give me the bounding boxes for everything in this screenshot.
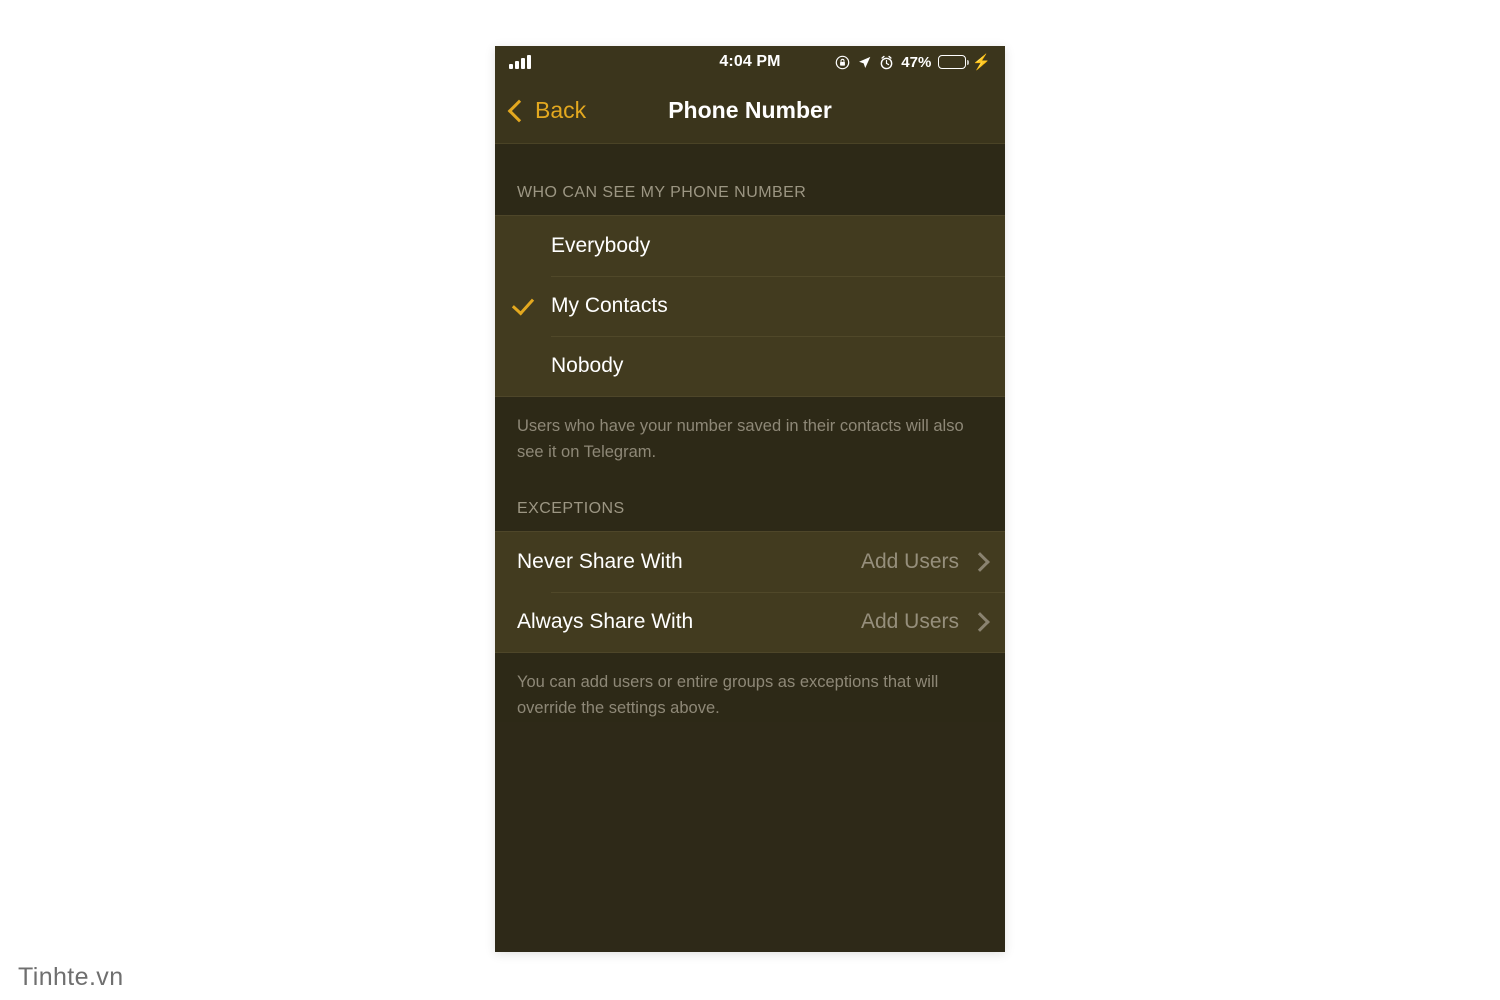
empty-space bbox=[495, 721, 1005, 952]
option-label-my-contacts: My Contacts bbox=[551, 294, 668, 317]
checkmark-icon bbox=[511, 292, 535, 316]
exceptions-section-footer: You can add users or entire groups as ex… bbox=[495, 652, 1005, 722]
check-slot-my-contacts bbox=[511, 292, 551, 316]
status-bar: 4:04 PM 47% ⚡ bbox=[495, 46, 1005, 78]
option-label-nobody: Nobody bbox=[551, 354, 624, 377]
exceptions-section-header: EXCEPTIONS bbox=[495, 465, 1005, 531]
exceptions-group: Never Share With Add Users Always Share … bbox=[495, 530, 1005, 653]
exception-value-never-share: Add Users bbox=[860, 549, 959, 573]
exception-value-always-share: Add Users bbox=[860, 609, 959, 633]
privacy-section-footer: Users who have your number saved in thei… bbox=[495, 397, 1005, 466]
signal-bars-icon bbox=[509, 55, 531, 69]
exception-row-never-share[interactable]: Never Share With Add Users bbox=[495, 532, 1005, 592]
back-button-label: Back bbox=[535, 97, 587, 123]
chevron-right-icon bbox=[970, 611, 990, 632]
battery-percent-label: 47% bbox=[901, 53, 932, 71]
navigation-bar: Back Phone Number bbox=[495, 78, 1005, 144]
alarm-clock-icon bbox=[879, 55, 894, 70]
exception-label-never-share: Never Share With bbox=[517, 549, 683, 573]
option-row-everybody[interactable]: Everybody bbox=[495, 216, 1005, 276]
battery-icon bbox=[938, 55, 970, 69]
lightning-bolt-icon: ⚡ bbox=[972, 54, 991, 71]
status-bar-right-cluster: 47% ⚡ bbox=[835, 53, 991, 71]
exception-label-always-share: Always Share With bbox=[517, 609, 694, 633]
back-button[interactable]: Back bbox=[507, 97, 587, 124]
rotation-lock-icon bbox=[835, 55, 850, 70]
option-row-nobody[interactable]: Nobody bbox=[495, 336, 1005, 396]
chevron-right-icon bbox=[970, 551, 990, 572]
location-arrow-icon bbox=[857, 55, 872, 70]
exception-row-always-share[interactable]: Always Share With Add Users bbox=[495, 591, 1005, 652]
chevron-left-icon bbox=[507, 99, 531, 123]
privacy-options-group: Everybody My Contacts Nobody bbox=[495, 215, 1005, 397]
privacy-section-header: WHO CAN SEE MY PHONE NUMBER bbox=[495, 144, 1005, 215]
option-row-my-contacts[interactable]: My Contacts bbox=[495, 276, 1005, 336]
option-label-everybody: Everybody bbox=[551, 234, 651, 257]
phone-screen: 4:04 PM 47% ⚡ Back Phone Number WHO CAN … bbox=[495, 46, 1005, 952]
watermark: Tinhte.vn bbox=[18, 963, 124, 991]
settings-content: WHO CAN SEE MY PHONE NUMBER Everybody My… bbox=[495, 144, 1005, 952]
screenshot-canvas: 4:04 PM 47% ⚡ Back Phone Number WHO CAN … bbox=[0, 0, 1500, 1000]
